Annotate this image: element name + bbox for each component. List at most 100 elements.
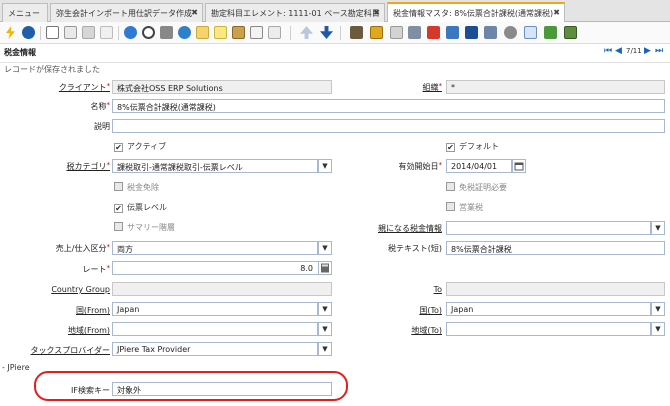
parent-tax-field[interactable] [446, 221, 651, 235]
tab-label: 勘定科目エレメント: 1111-01 ベース勘定科目 [211, 9, 380, 18]
first-record-icon[interactable]: ⏮ [604, 46, 612, 56]
valid-from-field[interactable]: 2014/04/01 [446, 159, 512, 173]
name-field[interactable]: 8%伝票合計課税(通常課税) [112, 99, 665, 113]
country-from-label[interactable]: 国(From) [76, 305, 110, 316]
chevron-down-icon[interactable]: ▼ [318, 322, 332, 336]
rate-field[interactable]: 8.0 [112, 261, 332, 275]
last-record-icon[interactable]: ⏭ [655, 46, 663, 56]
lightning-icon[interactable] [5, 26, 16, 39]
active-checkbox[interactable]: ✔ アクティブ [114, 141, 166, 152]
import-icon[interactable] [544, 26, 557, 39]
calculator-icon[interactable] [318, 261, 332, 275]
region-to-label[interactable]: 地域(To) [411, 325, 442, 336]
checkbox-box[interactable]: ✔ [114, 143, 123, 152]
org-label[interactable]: 組織* [423, 82, 443, 93]
archive-icon[interactable] [370, 26, 383, 39]
tax-category-field[interactable]: 課税取引-通常課税取引-伝票レベル [112, 159, 318, 173]
default-checkbox[interactable]: ✔ デフォルト [446, 141, 499, 152]
checkbox-box[interactable] [114, 222, 123, 231]
tab-label: 税金情報マスタ: 8%伝票合計課税(通常課税) [393, 9, 554, 18]
summary-level-checkbox[interactable]: サマリー階層 [114, 222, 175, 233]
cert-required-checkbox[interactable]: 免税証明必要 [446, 182, 507, 193]
refresh-icon[interactable] [124, 26, 137, 39]
chevron-down-icon[interactable]: ▼ [318, 342, 332, 356]
tax-provider-field[interactable]: JPiere Tax Provider [112, 342, 318, 356]
toolbar [0, 22, 670, 44]
tab-yayoi-import[interactable]: 弥生会計インポート用仕訳データ作成 ✖ [50, 3, 203, 22]
note-icon[interactable] [196, 26, 209, 39]
to-label[interactable]: To [434, 285, 442, 294]
find-icon[interactable] [142, 26, 155, 39]
tab-account-element[interactable]: 勘定科目エレメント: 1111-01 ベース勘定科目 ✖ [205, 3, 385, 22]
history-icon[interactable] [350, 26, 363, 39]
request-icon[interactable] [427, 26, 440, 39]
checkbox-box[interactable] [446, 202, 455, 211]
export-icon[interactable] [524, 26, 537, 39]
translate-icon[interactable] [484, 26, 497, 39]
delete-icon[interactable] [100, 26, 113, 39]
description-field[interactable] [112, 119, 665, 133]
tax-category-label[interactable]: 税カテゴリ* [67, 161, 111, 172]
sopo-type-field[interactable]: 両方 [112, 241, 318, 255]
product-info-icon[interactable] [446, 26, 459, 39]
checkbox-box[interactable] [114, 182, 123, 191]
tax-provider-label[interactable]: タックスプロバイダー [31, 345, 110, 356]
region-from-label[interactable]: 地域(From) [68, 325, 110, 336]
next-record-icon[interactable]: ▶ [644, 46, 651, 56]
client-field: 株式会社OSS ERP Solutions [112, 80, 332, 94]
toolbar-separator [340, 26, 341, 40]
report-icon[interactable] [564, 26, 577, 39]
close-icon[interactable]: ✖ [191, 8, 198, 17]
section-header-jpiere[interactable]: - JPiere [2, 363, 30, 372]
print-preview-icon[interactable] [268, 26, 281, 39]
chevron-down-icon[interactable]: ▼ [651, 221, 665, 235]
detail-record-icon[interactable] [320, 26, 333, 39]
country-group-field [112, 282, 332, 296]
country-from-field[interactable]: Japan [112, 302, 318, 316]
chat-icon[interactable] [178, 26, 191, 39]
chevron-down-icon[interactable]: ▼ [318, 302, 332, 316]
chevron-down-icon[interactable]: ▼ [651, 302, 665, 316]
tab-label: メニュー [8, 9, 40, 18]
grid-toggle-icon[interactable] [232, 26, 245, 39]
chevron-down-icon[interactable]: ▼ [651, 322, 665, 336]
record-navigator: ⏮ ◀ 7/11 ▶ ⏭ [604, 46, 664, 58]
help-icon[interactable] [22, 26, 35, 39]
parent-record-icon[interactable] [300, 26, 313, 39]
attachment-icon[interactable] [160, 26, 173, 39]
print-icon[interactable] [390, 26, 403, 39]
save-icon[interactable] [82, 26, 95, 39]
tax-exempt-checkbox[interactable]: 税金免除 [114, 182, 159, 193]
client-label[interactable]: クライアント* [59, 82, 110, 93]
toolbar-separator [40, 26, 41, 40]
if-search-key-label: IF検索キー [71, 386, 110, 395]
checkbox-box[interactable]: ✔ [114, 204, 123, 213]
process-icon[interactable] [465, 26, 478, 39]
tax-indicator-field[interactable]: 8%伝票合計課税 [446, 241, 665, 255]
chevron-down-icon[interactable]: ▼ [318, 159, 332, 173]
settings-icon[interactable] [504, 26, 517, 39]
tab-menu[interactable]: メニュー [2, 3, 48, 22]
tab-tax-master[interactable]: 税金情報マスタ: 8%伝票合計課税(通常課税) ✖ [387, 2, 565, 23]
country-group-label[interactable]: Country Group [51, 285, 110, 294]
post-it-icon[interactable] [214, 26, 227, 39]
country-to-field[interactable]: Japan [446, 302, 651, 316]
previous-record-icon[interactable]: ◀ [615, 46, 622, 56]
close-icon[interactable]: ✖ [373, 8, 380, 17]
document-level-checkbox[interactable]: ✔ 伝票レベル [114, 202, 167, 213]
calendar-icon[interactable] [250, 26, 263, 39]
region-from-field[interactable] [112, 322, 318, 336]
close-icon[interactable]: ✖ [553, 8, 560, 17]
copy-record-icon[interactable] [64, 26, 77, 39]
parent-tax-label[interactable]: 親になる税金情報 [378, 223, 442, 234]
country-to-label[interactable]: 国(To) [419, 305, 442, 316]
chevron-down-icon[interactable]: ▼ [318, 241, 332, 255]
new-record-icon[interactable] [46, 26, 59, 39]
checkbox-box[interactable] [446, 182, 455, 191]
calendar-icon[interactable] [512, 159, 526, 173]
zoom-across-icon[interactable] [408, 26, 421, 39]
business-tax-checkbox[interactable]: 営業税 [446, 202, 483, 213]
checkbox-box[interactable]: ✔ [446, 143, 455, 152]
if-search-key-field[interactable]: 対象外 [112, 382, 332, 396]
region-to-field[interactable] [446, 322, 651, 336]
